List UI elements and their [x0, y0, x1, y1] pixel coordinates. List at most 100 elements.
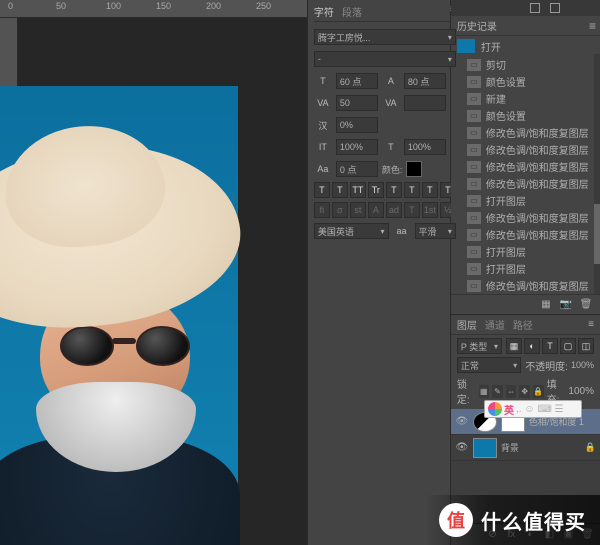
filter-smart-icon[interactable]: ◫ — [578, 338, 594, 354]
tab-channels[interactable]: 通道 — [485, 317, 505, 332]
subscript-button[interactable]: T — [404, 182, 420, 198]
snapshot-icon[interactable]: 📷 — [560, 299, 572, 311]
text-color-swatch[interactable] — [406, 161, 422, 177]
font-size-field[interactable]: 60 点 — [336, 73, 378, 89]
history-step-label: 打开图层 — [486, 244, 526, 259]
blend-mode-dropdown[interactable]: 正常 — [457, 357, 521, 373]
tab-paths[interactable]: 路径 — [513, 317, 533, 332]
font-style-dropdown[interactable]: - — [314, 51, 456, 67]
watermark: 值 什么值得买 — [425, 495, 600, 545]
font-family-dropdown[interactable]: 腾字工房悦... — [314, 29, 456, 45]
history-item[interactable]: ▭修改色调/饱和度复图层 — [457, 158, 600, 175]
history-item[interactable]: ▭颜色设置 — [457, 107, 600, 124]
lock-all-icon[interactable]: 🔒 — [533, 385, 544, 398]
delete-state-icon[interactable]: 🗑 — [580, 299, 592, 311]
history-item[interactable]: ▭修改色调/饱和度复图层 — [457, 209, 600, 226]
sogou-logo-icon — [488, 402, 502, 416]
antialias-dropdown[interactable]: 平滑 — [415, 223, 456, 239]
history-item[interactable]: ▭修改色调/饱和度复图层 — [457, 141, 600, 158]
ruler-mark: 0 — [8, 1, 13, 11]
history-item[interactable]: ▭修改色调/饱和度复图层 — [457, 226, 600, 243]
swash-button[interactable]: A — [368, 202, 384, 218]
filter-type-icon[interactable]: T — [542, 338, 558, 354]
kerning-icon: VA — [314, 98, 332, 108]
history-item[interactable]: ▭打开图层 — [457, 243, 600, 260]
history-step-icon: ▭ — [467, 76, 481, 88]
lock-artboard-icon[interactable]: ✥ — [519, 385, 530, 398]
filter-adjust-icon[interactable]: ◐ — [524, 338, 540, 354]
filter-pixel-icon[interactable]: ▦ — [506, 338, 522, 354]
history-step-icon: ▭ — [467, 144, 481, 156]
scale-field[interactable]: 0% — [336, 117, 378, 133]
discretionary-button[interactable]: st — [350, 202, 366, 218]
lock-position-icon[interactable]: ⇔ — [506, 385, 517, 398]
create-document-icon[interactable]: ▦ — [540, 299, 552, 311]
history-item[interactable]: ▭剪切 — [457, 56, 600, 73]
lock-pixels-icon[interactable]: ▦ — [479, 385, 490, 398]
history-item[interactable]: ▭打开图层 — [457, 192, 600, 209]
workspace-topbar — [451, 0, 600, 16]
filter-shape-icon[interactable]: ▢ — [560, 338, 576, 354]
fill-value[interactable]: 100% — [568, 386, 594, 397]
history-snapshot[interactable]: 打开 — [451, 36, 600, 56]
tab-history[interactable]: 历史记录 — [457, 18, 497, 33]
leading-field[interactable]: 80 点 — [404, 73, 446, 89]
history-item[interactable]: ▭新建 — [457, 90, 600, 107]
smallcaps-button[interactable]: Tr — [368, 182, 384, 198]
ligatures-button[interactable]: fi — [314, 202, 330, 218]
ordinals-button[interactable]: 1st — [422, 202, 438, 218]
stylistic-button[interactable]: ad — [386, 202, 402, 218]
contextual-button[interactable]: σ — [332, 202, 348, 218]
tab-character[interactable]: 字符 — [314, 4, 334, 19]
history-scrollbar[interactable] — [594, 54, 600, 294]
history-item[interactable]: ▭ 修改色调/饱和度复图层 — [457, 175, 600, 192]
visibility-toggle[interactable]: 👁 — [455, 442, 469, 453]
panel-menu-icon[interactable]: ≡ — [588, 319, 594, 330]
lock-paint-icon[interactable]: ✎ — [492, 385, 503, 398]
visibility-toggle[interactable]: 👁 — [455, 416, 469, 427]
language-dropdown[interactable]: 美国英语 — [314, 223, 389, 239]
history-step-label: 修改色调/饱和度复图层 — [486, 176, 589, 191]
underline-button[interactable]: T — [422, 182, 438, 198]
vscale-field[interactable]: 100% — [336, 139, 378, 155]
ime-indicator[interactable]: 英 ,. ☺ ⌨ ☰ — [484, 400, 582, 418]
baseline-field[interactable]: 0 点 — [336, 161, 378, 177]
history-panel: 历史记录 ≡ 打开 ▭剪切▭颜色设置▭新建▭颜色设置▭修改色调/饱和度复图层▭修… — [451, 16, 600, 315]
layer-name[interactable]: 背景 — [501, 441, 581, 454]
faux-italic-button[interactable]: T — [332, 182, 348, 198]
titling-button[interactable]: T — [404, 202, 420, 218]
history-item[interactable]: ▭修改色调/饱和度复图层 — [457, 277, 600, 294]
allcaps-button[interactable]: TT — [350, 182, 366, 198]
canvas-area[interactable]: 0 50 100 150 200 250 — [0, 0, 307, 545]
history-item[interactable]: ▭打开图层 — [457, 260, 600, 277]
tab-paragraph[interactable]: 段落 — [342, 4, 362, 19]
history-step-icon: ▭ — [467, 280, 481, 292]
layer-kind-dropdown[interactable]: P 类型 — [457, 338, 502, 354]
window-button[interactable] — [530, 3, 540, 13]
snapshot-label: 打开 — [481, 39, 501, 54]
opacity-value[interactable]: 100% — [571, 360, 594, 370]
leading-icon: A — [382, 76, 400, 86]
history-step-icon: ▭ — [467, 178, 481, 190]
tab-layers[interactable]: 图层 — [457, 317, 477, 332]
window-button[interactable] — [550, 3, 560, 13]
history-step-label: 修改色调/饱和度复图层 — [486, 159, 589, 174]
history-step-label: 打开图层 — [486, 193, 526, 208]
history-step-label: 修改色调/饱和度复图层 — [486, 210, 589, 225]
tracking-field[interactable] — [404, 95, 446, 111]
kerning-field[interactable]: 50 — [336, 95, 378, 111]
history-item[interactable]: ▭颜色设置 — [457, 73, 600, 90]
ruler-horizontal[interactable]: 0 50 100 150 200 250 — [0, 0, 307, 18]
superscript-button[interactable]: T — [386, 182, 402, 198]
hscale-field[interactable]: 100% — [404, 139, 446, 155]
panel-menu-icon[interactable]: ≡ — [589, 19, 596, 33]
character-panel: 字符 段落 ≡ 腾字工房悦... - T 60 点 A 80 点 VA 50 V… — [308, 0, 462, 545]
layer-row[interactable]: 👁背景🔒 — [451, 435, 600, 461]
hscale-icon: T — [382, 142, 400, 152]
type-style-row: T T TT Tr T T T T — [314, 182, 456, 198]
history-step-label: 新建 — [486, 91, 506, 106]
history-step-label: 修改色调/饱和度复图层 — [486, 227, 589, 242]
faux-bold-button[interactable]: T — [314, 182, 330, 198]
history-item[interactable]: ▭修改色调/饱和度复图层 — [457, 124, 600, 141]
document-image[interactable] — [0, 86, 238, 508]
